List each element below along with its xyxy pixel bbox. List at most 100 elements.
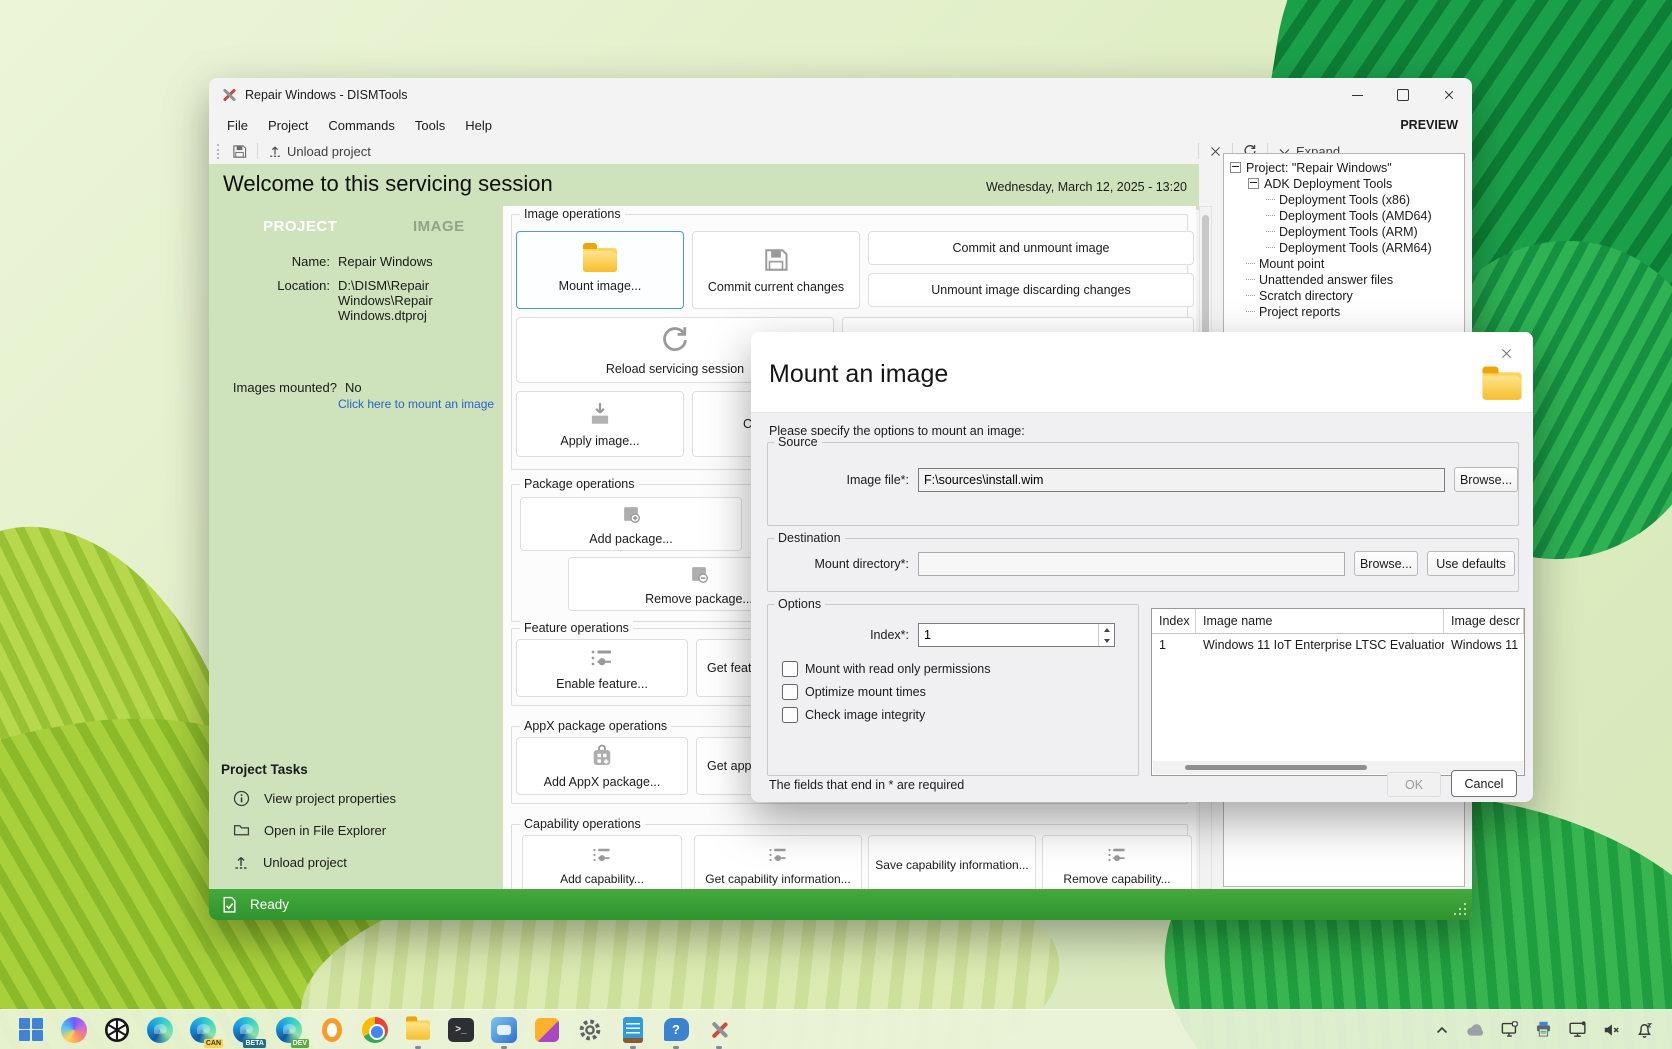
- table-row[interactable]: 1 Windows 11 IoT Enterprise LTSC Evaluat…: [1152, 634, 1524, 656]
- menu-tools[interactable]: Tools: [405, 114, 455, 137]
- add-package-button[interactable]: Add package...: [520, 497, 742, 551]
- add-capability-button[interactable]: Add capability...: [522, 835, 682, 889]
- spinner-up-icon[interactable]: [1099, 624, 1114, 635]
- printer-icon[interactable]: [1534, 1020, 1553, 1039]
- image-file-input[interactable]: [918, 468, 1445, 492]
- chatgpt-icon[interactable]: [102, 1015, 132, 1045]
- title-bar[interactable]: Repair Windows - DISMTools: [209, 78, 1472, 112]
- task-open-explorer[interactable]: Open in File Explorer: [233, 822, 386, 839]
- tab-image[interactable]: IMAGE: [413, 218, 465, 235]
- edge-canary-icon[interactable]: CAN: [188, 1015, 218, 1045]
- collapse-icon[interactable]: [1230, 162, 1241, 173]
- toolbar-separator: [257, 143, 258, 159]
- commit-unmount-button[interactable]: Commit and unmount image: [868, 231, 1194, 265]
- edge-beta-icon[interactable]: BETA: [231, 1015, 261, 1045]
- optimize-checkbox[interactable]: [782, 684, 798, 700]
- tree-item-mount-point[interactable]: Mount point: [1246, 256, 1324, 271]
- notepad-icon[interactable]: [618, 1015, 648, 1045]
- readonly-checkbox[interactable]: [782, 661, 798, 677]
- project-tasks-title: Project Tasks: [221, 762, 308, 777]
- tree-item-adk[interactable]: ADK Deployment Tools: [1248, 176, 1392, 191]
- minimize-button[interactable]: [1334, 78, 1380, 112]
- cast-display-icon[interactable]: [1568, 1020, 1587, 1039]
- file-explorer-icon[interactable]: [403, 1015, 433, 1045]
- edge-icon[interactable]: [145, 1015, 175, 1045]
- name-value: Repair Windows: [338, 254, 488, 269]
- close-button[interactable]: [1426, 78, 1472, 112]
- save-button[interactable]: [227, 142, 252, 161]
- menu-help[interactable]: Help: [455, 114, 502, 137]
- tree-item-scratch[interactable]: Scratch directory: [1246, 288, 1353, 303]
- destination-browse-button[interactable]: Browse...: [1354, 551, 1418, 576]
- tree-item-arm64[interactable]: Deployment Tools (ARM64): [1266, 240, 1432, 255]
- tab-project[interactable]: PROJECT: [263, 218, 337, 235]
- optimize-checkbox-row[interactable]: Optimize mount times: [782, 684, 926, 700]
- bell-dnd-icon[interactable]: [1635, 1020, 1654, 1039]
- tree-item-reports[interactable]: Project reports: [1246, 304, 1340, 319]
- hscroll-thumb[interactable]: [1185, 765, 1367, 770]
- tree-item-unattended[interactable]: Unattended answer files: [1246, 272, 1393, 287]
- apply-image-button[interactable]: Apply image...: [516, 391, 684, 457]
- chrome-icon[interactable]: [360, 1015, 390, 1045]
- readonly-checkbox-row[interactable]: Mount with read only permissions: [782, 661, 991, 677]
- edge-dev-icon[interactable]: DEV: [274, 1015, 304, 1045]
- mount-directory-input[interactable]: [918, 552, 1345, 576]
- menu-file[interactable]: File: [217, 114, 258, 137]
- secure-device-icon[interactable]: [1500, 1020, 1519, 1039]
- commit-changes-button[interactable]: Commit current changes: [692, 231, 860, 309]
- image-operations-title: Image operations: [520, 207, 625, 221]
- save-capability-button[interactable]: Save capability information...: [868, 835, 1036, 889]
- dismtools-taskbar-icon[interactable]: [704, 1015, 734, 1045]
- settings-gear-icon[interactable]: [575, 1015, 605, 1045]
- options-group: Options Index*: Mount with read only per…: [767, 604, 1139, 776]
- image-index-table: Index Image name Image descr 1 Windows 1…: [1151, 608, 1525, 776]
- mount-image-link[interactable]: Click here to mount an image: [338, 397, 494, 411]
- cancel-button[interactable]: Cancel: [1451, 770, 1517, 797]
- tree-item-amd64[interactable]: Deployment Tools (AMD64): [1266, 208, 1432, 223]
- index-input[interactable]: [918, 623, 1115, 647]
- maximize-button[interactable]: [1380, 78, 1426, 112]
- ok-button[interactable]: OK: [1387, 772, 1441, 797]
- volume-muted-icon[interactable]: [1602, 1021, 1620, 1039]
- toolbar-grip[interactable]: [217, 144, 222, 159]
- task-unload-project[interactable]: Unload project: [233, 854, 347, 870]
- copilot-icon[interactable]: [59, 1015, 89, 1045]
- collapse-icon[interactable]: [1248, 178, 1259, 189]
- mount-image-button[interactable]: Mount image...: [516, 231, 684, 309]
- col-index[interactable]: Index: [1152, 609, 1196, 633]
- col-image-name[interactable]: Image name: [1196, 609, 1444, 633]
- onedrive-cloud-icon[interactable]: [1465, 1020, 1485, 1040]
- integrity-checkbox[interactable]: [782, 707, 798, 723]
- tray-chevron-up-icon[interactable]: [1434, 1022, 1450, 1038]
- source-browse-button[interactable]: Browse...: [1454, 467, 1518, 492]
- remove-capability-button[interactable]: Remove capability...: [1042, 835, 1192, 889]
- spinner-down-icon[interactable]: [1099, 635, 1114, 646]
- resize-grip[interactable]: [1454, 903, 1466, 915]
- source-title: Source: [774, 435, 822, 449]
- task-view-properties[interactable]: View project properties: [233, 790, 396, 807]
- enable-feature-button[interactable]: Enable feature...: [516, 639, 688, 697]
- tree-item-x86[interactable]: Deployment Tools (x86): [1266, 192, 1410, 207]
- unload-project-button[interactable]: Unload project: [263, 142, 376, 161]
- col-image-desc[interactable]: Image descr: [1444, 609, 1524, 633]
- help-chat-icon[interactable]: ?: [661, 1015, 691, 1045]
- use-defaults-button[interactable]: Use defaults: [1427, 551, 1515, 576]
- add-appx-package-button[interactable]: Add AppX package...: [516, 737, 688, 795]
- scrollbar-thumb[interactable]: [1202, 215, 1209, 337]
- table-header[interactable]: Index Image name Image descr: [1152, 609, 1524, 634]
- tree-item-arm[interactable]: Deployment Tools (ARM): [1266, 224, 1418, 239]
- get-capability-button[interactable]: Get capability information...: [694, 835, 862, 889]
- index-spinner[interactable]: [1098, 624, 1114, 646]
- photos-icon[interactable]: [489, 1015, 519, 1045]
- sticky-notes-icon[interactable]: [532, 1015, 562, 1045]
- unmount-discard-button[interactable]: Unmount image discarding changes: [868, 273, 1194, 307]
- menu-project[interactable]: Project: [258, 114, 318, 137]
- integrity-checkbox-row[interactable]: Check image integrity: [782, 707, 925, 723]
- tree-item-project[interactable]: Project: "Repair Windows": [1230, 160, 1392, 175]
- menu-commands[interactable]: Commands: [318, 114, 404, 137]
- opera-icon[interactable]: [317, 1015, 347, 1045]
- start-button[interactable]: [16, 1015, 46, 1045]
- dialog-close-icon[interactable]: [1495, 342, 1517, 364]
- ready-doc-icon: [221, 896, 238, 913]
- terminal-icon[interactable]: >_: [446, 1015, 476, 1045]
